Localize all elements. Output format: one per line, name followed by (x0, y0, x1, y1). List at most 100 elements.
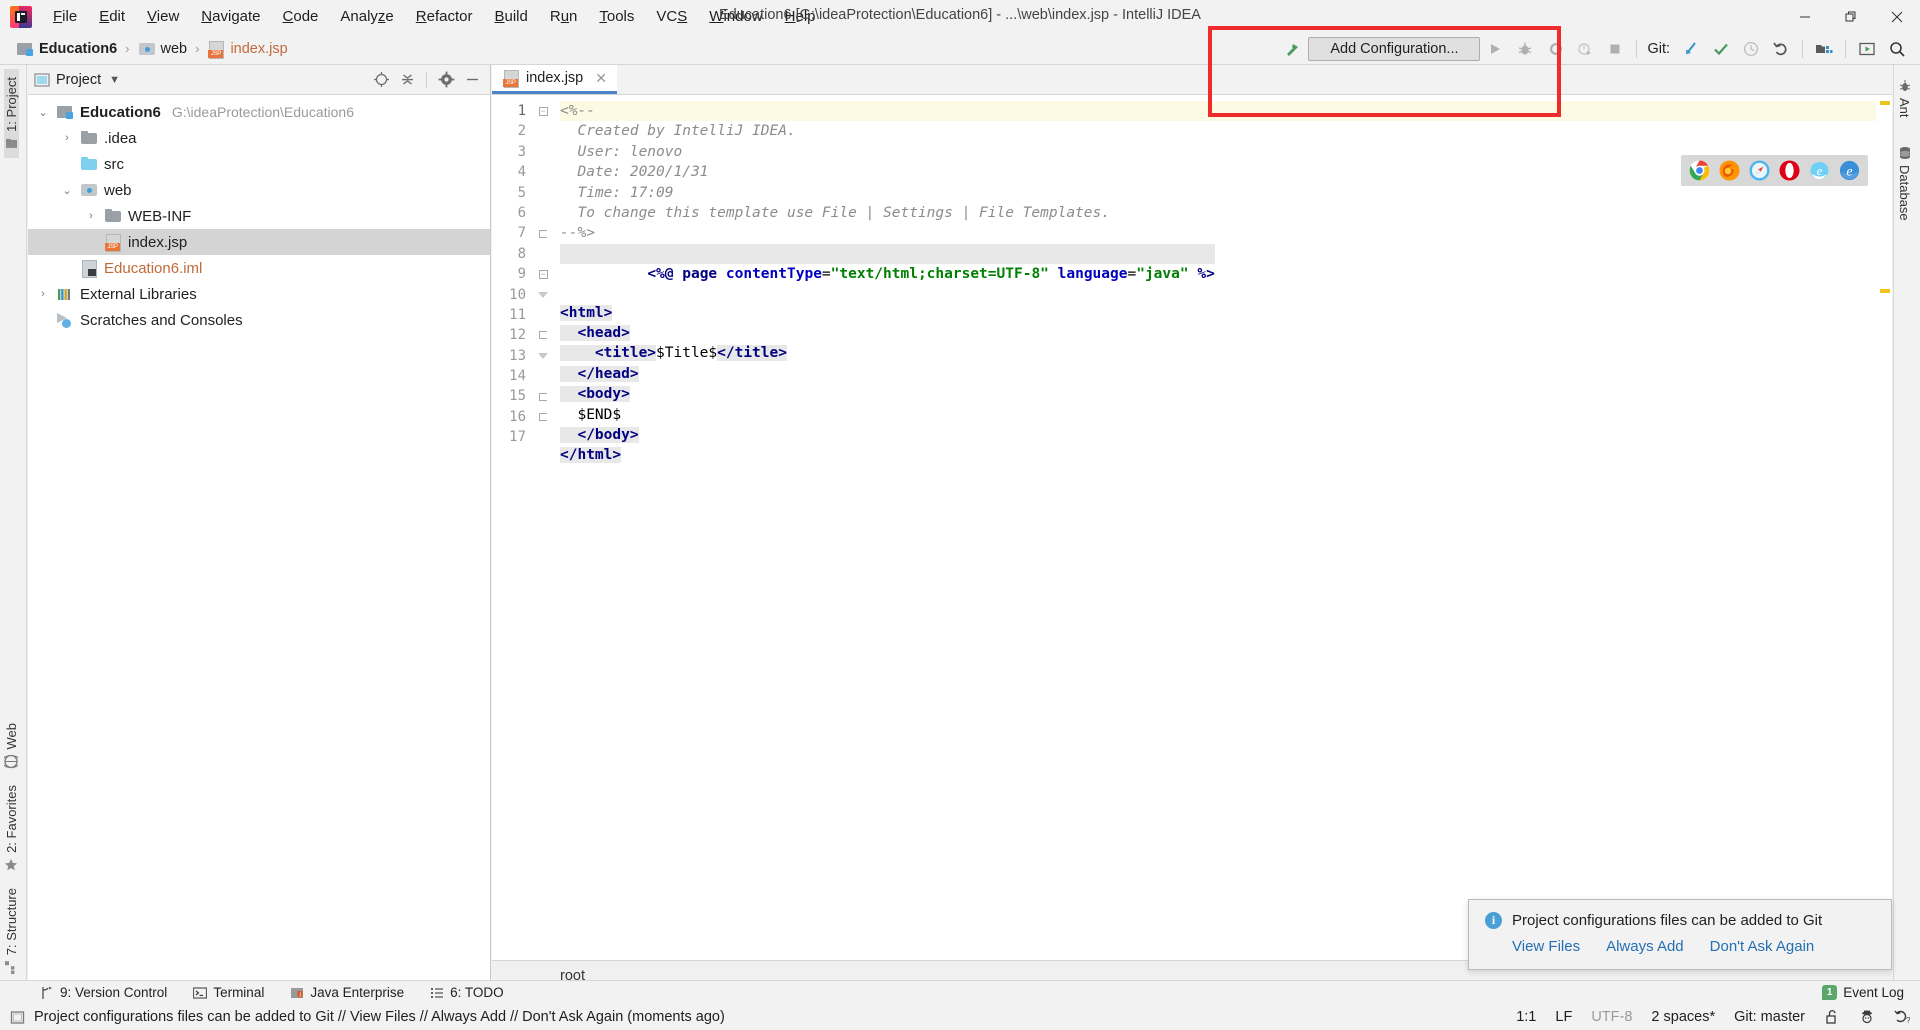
tree-node-idea[interactable]: › .idea (28, 125, 490, 151)
project-structure-icon[interactable] (1809, 36, 1839, 62)
hector-inspector-icon[interactable] (1859, 1009, 1875, 1025)
breadcrumb-item-project[interactable]: Education6 (12, 38, 121, 60)
unlocked-padlock-icon[interactable] (1824, 1009, 1840, 1025)
hide-minus-icon[interactable] (460, 68, 484, 92)
menu-edit[interactable]: Edit (88, 4, 136, 29)
edge-icon[interactable]: e (1839, 160, 1860, 181)
line-separator[interactable]: LF (1555, 1009, 1572, 1025)
search-icon[interactable] (1882, 36, 1912, 62)
ide-settings-icon[interactable]: ? (1894, 1009, 1910, 1025)
history-clock-icon[interactable] (1736, 36, 1766, 62)
chevron-right-icon[interactable]: › (36, 288, 50, 300)
warning-marker[interactable] (1880, 289, 1890, 293)
safari-icon[interactable] (1749, 160, 1770, 181)
close-button[interactable] (1874, 0, 1920, 33)
fold-end-marker (534, 386, 552, 406)
breadcrumb-item-file[interactable]: index.jsp (203, 38, 291, 60)
sidebar-item-structure[interactable]: 7: Structure (4, 880, 19, 982)
tree-node-education6[interactable]: ⌄ Education6 G:\ideaProtection\Education… (28, 99, 490, 125)
menu-navigate[interactable]: Navigate (190, 4, 271, 29)
chevron-right-icon[interactable]: › (60, 132, 74, 144)
menu-code[interactable]: Code (272, 4, 330, 29)
menu-view[interactable]: View (136, 4, 190, 29)
locate-target-icon[interactable] (369, 68, 393, 92)
status-bar-message[interactable]: Project configurations files can be adde… (34, 1009, 725, 1025)
menu-tools[interactable]: Tools (588, 4, 645, 29)
stop-icon[interactable] (1600, 36, 1630, 62)
tree-node-web[interactable]: ⌄ web (28, 177, 490, 203)
menu-analyze[interactable]: Analyze (329, 4, 404, 29)
sidebar-item-web[interactable]: Web (4, 715, 19, 777)
minimize-button[interactable] (1782, 0, 1828, 33)
menu-build[interactable]: Build (483, 4, 538, 29)
code-folding-column: − − (534, 101, 552, 448)
tree-node-index-jsp[interactable]: index.jsp (28, 229, 490, 255)
tool-window-todo[interactable]: 6: TODO (430, 985, 504, 1000)
git-branch[interactable]: Git: master (1734, 1009, 1805, 1025)
run-icon[interactable] (1480, 36, 1510, 62)
tree-node-src[interactable]: src (28, 151, 490, 177)
debug-icon[interactable] (1510, 36, 1540, 62)
notification-link-always-add[interactable]: Always Add (1606, 938, 1684, 955)
tree-node-scratches-and-consoles[interactable]: Scratches and Consoles (28, 307, 490, 333)
chevron-down-icon[interactable]: ▼ (109, 74, 120, 86)
gear-icon[interactable] (434, 68, 458, 92)
firefox-icon[interactable] (1719, 160, 1740, 181)
restore-button[interactable] (1828, 0, 1874, 33)
fold-marker-html[interactable]: − (534, 264, 552, 284)
file-encoding[interactable]: UTF-8 (1591, 1009, 1632, 1025)
hammer-icon[interactable] (1278, 36, 1308, 62)
commit-checkmark-icon[interactable] (1706, 36, 1736, 62)
tree-node-education6-iml[interactable]: Education6.iml (28, 255, 490, 281)
preview-icon[interactable] (1852, 36, 1882, 62)
update-project-icon[interactable] (1676, 36, 1706, 62)
code-line: </body> (560, 426, 639, 443)
menu-run[interactable]: Run (539, 4, 589, 29)
fold-marker-head[interactable] (534, 285, 552, 305)
chevron-right-icon[interactable]: › (84, 210, 98, 222)
event-log-badge: 1 (1822, 985, 1838, 1000)
fold-marker-comment[interactable]: − (534, 101, 552, 121)
notification-link-dont-ask-again[interactable]: Don't Ask Again (1710, 938, 1815, 955)
collapse-all-icon[interactable] (395, 68, 419, 92)
sidebar-item-favorites[interactable]: 2: Favorites (4, 777, 19, 880)
chrome-icon[interactable] (1689, 160, 1710, 181)
breadcrumb-item-web[interactable]: web (134, 38, 192, 60)
caret-position[interactable]: 1:1 (1516, 1009, 1536, 1025)
tool-window-terminal[interactable]: Terminal (193, 985, 264, 1000)
tool-window-java-enterprise[interactable]: J Java Enterprise (290, 985, 404, 1000)
notification-link-view-files[interactable]: View Files (1512, 938, 1580, 955)
event-log-button[interactable]: 1 Event Log (1822, 985, 1904, 1000)
todo-list-icon (431, 987, 444, 998)
menu-vcs[interactable]: VCS (645, 4, 698, 29)
sidebar-item-database[interactable]: Database (1897, 138, 1912, 229)
sidebar-item-ant[interactable]: Ant (1897, 71, 1912, 126)
chevron-down-icon[interactable]: ⌄ (36, 106, 50, 119)
run-with-coverage-icon[interactable] (1540, 36, 1570, 62)
message-icon[interactable] (10, 1010, 25, 1025)
editor-tab-index-jsp[interactable]: index.jsp ✕ (492, 65, 617, 94)
internet-explorer-icon[interactable]: e (1809, 160, 1830, 181)
warning-marker[interactable] (1880, 101, 1890, 105)
tree-node-external-libraries[interactable]: › External Libraries (28, 281, 490, 307)
tool-window-label: 9: Version Control (60, 985, 168, 1000)
tree-node-web-inf[interactable]: › WEB-INF (28, 203, 490, 229)
code-text[interactable]: <%-- Created by IntelliJ IDEA. User: len… (560, 95, 1892, 960)
close-icon[interactable]: ✕ (595, 70, 607, 87)
add-configuration-button[interactable]: Add Configuration... (1308, 37, 1481, 61)
sidebar-item-project[interactable]: 1: Project (4, 69, 19, 158)
menu-refactor[interactable]: Refactor (405, 4, 484, 29)
indent-setting[interactable]: 2 spaces* (1651, 1009, 1715, 1025)
chevron-down-icon[interactable]: ⌄ (60, 184, 74, 197)
menu-file[interactable]: File (42, 4, 88, 29)
tool-window-version-control[interactable]: 9: Version Control (40, 985, 167, 1000)
menu-window[interactable]: Window (698, 4, 773, 29)
profiler-icon[interactable] (1570, 36, 1600, 62)
code-area[interactable]: 1 2 3 4 5 6 7 8 9 10 11 12 13 14 15 16 1… (492, 95, 1892, 960)
menu-help[interactable]: Help (774, 4, 827, 29)
opera-icon[interactable] (1779, 160, 1800, 181)
svg-text:e: e (1817, 163, 1823, 178)
rollback-undo-icon[interactable] (1766, 36, 1796, 62)
fold-marker-body[interactable] (534, 346, 552, 366)
editor-scrollbar[interactable] (1876, 95, 1892, 960)
